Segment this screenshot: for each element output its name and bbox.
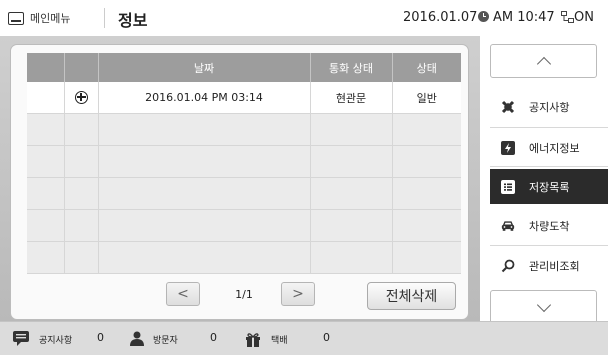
sidebar-item-label: 차량도착 [529, 219, 570, 233]
search-icon [501, 259, 515, 273]
sidebar-item-energy[interactable]: 에너지정보 [490, 130, 608, 165]
footer-delivery-count: 0 [323, 331, 330, 344]
column-header-status: 상태 [392, 53, 461, 82]
prev-page-button[interactable]: < [166, 282, 200, 306]
table-row-empty [27, 177, 461, 210]
sidebar-item-fee-lookup[interactable]: 관리비조회 [490, 248, 608, 283]
footer-visitor-label: 방문자 [153, 336, 178, 346]
car-icon [501, 219, 515, 233]
column-header-call-status: 통화 상태 [310, 53, 393, 82]
main-menu-label: 메인메뉴 [30, 12, 71, 25]
header-divider [104, 8, 105, 28]
saved-records-table: 날짜 통화 상태 상태 2016.01.04 PM 03:14 현관문 일반 [27, 53, 461, 274]
phone-icon [74, 91, 88, 105]
sidebar-item-label: 관리비조회 [529, 259, 580, 273]
gift-icon [246, 333, 260, 347]
column-header-date: 날짜 [98, 53, 311, 82]
delete-all-button[interactable]: 전체삭제 [367, 282, 456, 310]
menu-icon [8, 11, 24, 25]
page-title: 정보 [118, 11, 148, 30]
sidebar-item-label: 저장목록 [529, 180, 570, 194]
list-icon [501, 179, 515, 194]
chevron-down-icon [536, 297, 551, 312]
current-time: AM 10:47 [493, 10, 555, 25]
page-indicator: 1/1 [235, 288, 253, 301]
table-row[interactable]: 2016.01.04 PM 03:14 현관문 일반 [27, 82, 461, 114]
row-status-cell: 일반 [392, 82, 461, 114]
sidebar-item-car-arrival[interactable]: 차량도착 [490, 208, 608, 243]
main-menu-button[interactable]: 메인메뉴 [8, 6, 70, 30]
table-row-empty [27, 145, 461, 178]
sidebar-item-saved-list[interactable]: 저장목록 [490, 169, 608, 204]
scroll-down-button[interactable] [490, 290, 597, 324]
sidebar-item-label: 공지사항 [529, 100, 570, 114]
chevron-up-icon [536, 56, 551, 71]
next-page-button[interactable]: > [281, 282, 315, 306]
row-date-cell: 2016.01.04 PM 03:14 [98, 82, 311, 114]
footer-delivery-label: 택배 [271, 336, 288, 346]
divider [490, 245, 608, 246]
row-call-status-cell: 현관문 [310, 82, 393, 114]
current-date: 2016.01.07 [403, 10, 478, 25]
sidebar-item-notice[interactable]: 공지사항 [490, 89, 608, 124]
divider [490, 127, 608, 128]
table-row-empty [27, 113, 461, 146]
clock-icon [478, 11, 489, 22]
row-select-cell[interactable] [27, 82, 65, 114]
network-status: ON [574, 10, 594, 25]
table-header-row: 날짜 통화 상태 상태 [27, 53, 461, 82]
column-header-type [64, 53, 99, 82]
footer-notice-count: 0 [97, 331, 104, 344]
footer-bar [0, 321, 608, 355]
row-type-cell [64, 82, 99, 114]
table-row-empty [27, 209, 461, 242]
column-header-select [27, 53, 65, 82]
visitor-icon [130, 331, 144, 346]
footer-visitor-count: 0 [210, 331, 217, 344]
notice-icon [501, 100, 515, 114]
network-icon [561, 11, 574, 23]
energy-icon [501, 140, 515, 155]
scroll-up-button[interactable] [490, 44, 597, 78]
sidebar-item-label: 에너지정보 [529, 141, 580, 155]
message-icon [13, 331, 29, 346]
divider [490, 166, 608, 167]
footer-notice-label: 공지사항 [39, 336, 73, 346]
table-row-empty [27, 241, 461, 274]
